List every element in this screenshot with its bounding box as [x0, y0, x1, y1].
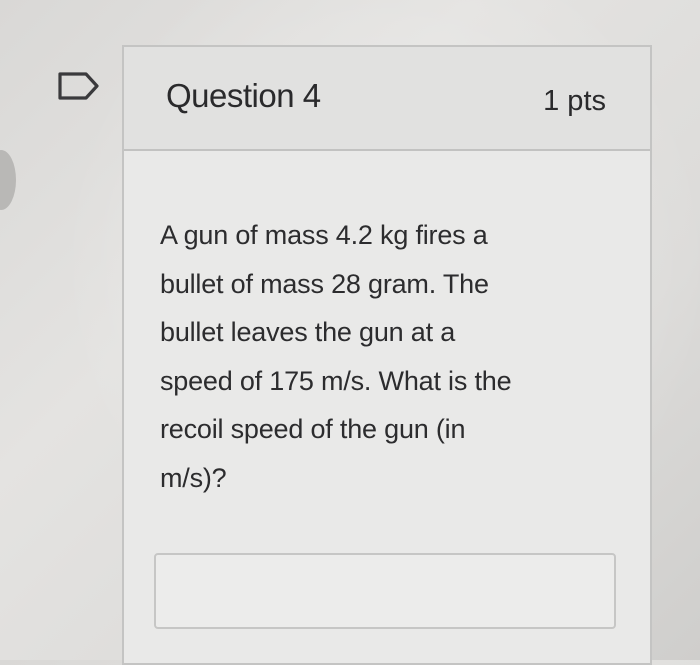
- question-text: A gun of mass 4.2 kg fires a bullet of m…: [160, 211, 620, 502]
- question-text-line: A gun of mass 4.2 kg fires a: [160, 220, 488, 250]
- answer-input[interactable]: [154, 553, 616, 629]
- flag-question-icon[interactable]: [56, 70, 102, 102]
- background-object: [0, 150, 16, 210]
- question-header: Question 4 1 pts: [124, 47, 650, 151]
- question-text-line: m/s)?: [160, 462, 227, 493]
- question-text-line: bullet of mass 28 gram. The: [160, 268, 489, 299]
- question-text-line: recoil speed of the gun (in: [160, 414, 466, 444]
- question-points: 1 pts: [543, 85, 606, 117]
- question-text-line: bullet leaves the gun at a: [160, 317, 456, 347]
- question-title: Question 4: [166, 77, 321, 114]
- question-text-line: speed of 175 m/s. What is the: [160, 365, 512, 396]
- question-card: Question 4 1 pts A gun of mass 4.2 kg fi…: [122, 45, 652, 665]
